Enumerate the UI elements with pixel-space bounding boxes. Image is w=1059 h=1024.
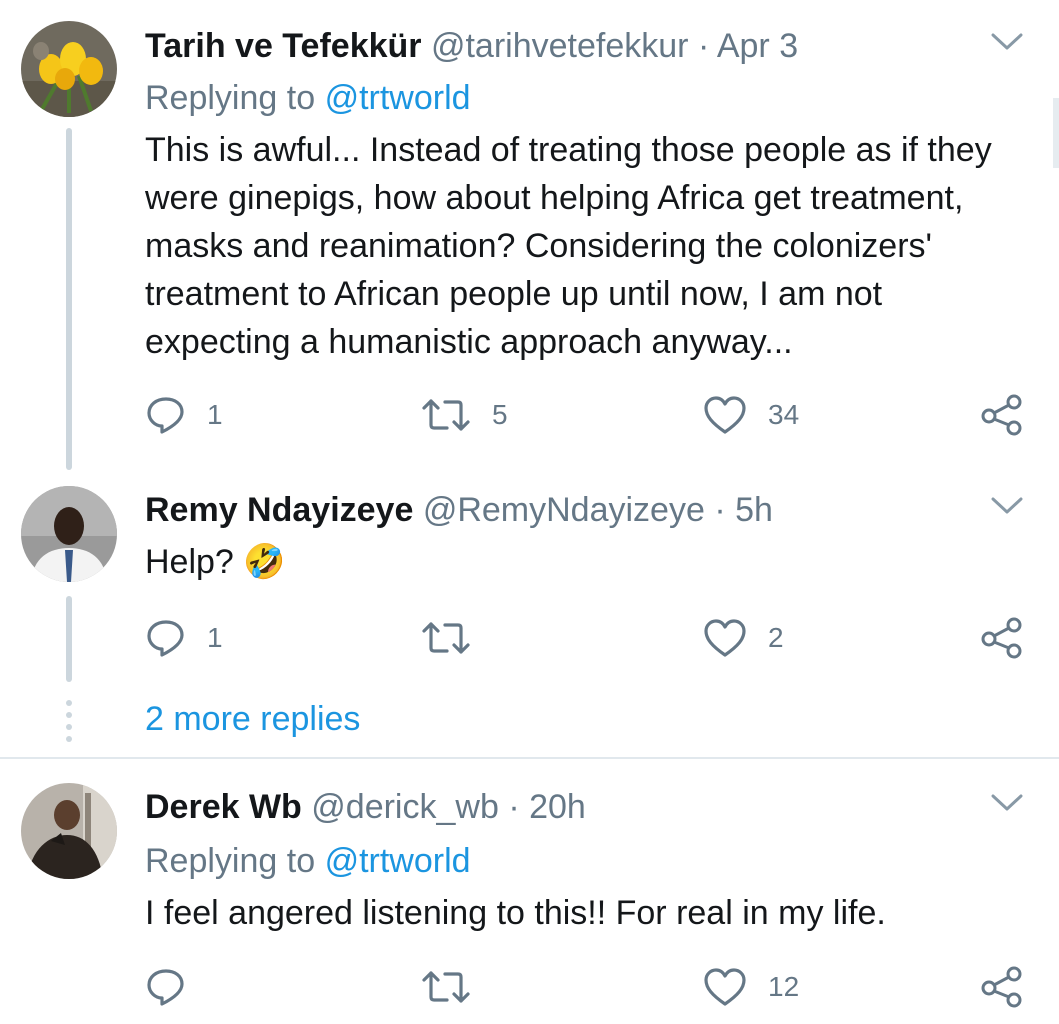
replying-to: Replying to @trtworld [145,78,471,118]
reply-button[interactable]: 1 [145,393,223,437]
tweet-1[interactable]: Tarih ve Tefekkür @tarihvetefekkur · Apr… [0,0,1059,470]
retweet-count: 5 [492,399,508,430]
display-name[interactable]: Remy Ndayizeye [145,491,413,529]
retweet-icon [422,622,470,654]
like-count: 34 [768,399,800,430]
retweet-icon [422,399,470,431]
man-in-white-shirt-icon [21,486,117,582]
like-button[interactable]: 12 [702,965,799,1009]
reply-icon [147,620,184,657]
display-name[interactable]: Derek Wb [145,788,302,826]
replying-to: Replying to @trtworld [145,841,471,881]
reply-count: 1 [207,399,223,430]
thread-dots [66,700,72,742]
reply-icon [147,969,184,1006]
share-button[interactable] [980,393,1024,437]
tweet-header: Tarih ve Tefekkür @tarihvetefekkur · Apr… [145,26,798,66]
tweet-2[interactable]: Remy Ndayizeye @RemyNdayizeye · 5h Help?… [0,470,1059,690]
share-icon [981,617,1022,659]
separator-dot: · [697,27,710,65]
like-button[interactable]: 34 [702,393,799,437]
replying-to-label: Replying to [145,842,316,880]
separator-dot: · [714,491,726,529]
user-handle[interactable]: @derick_wb [311,788,499,826]
replying-to-label: Replying to [145,79,316,117]
tweet-text: I feel angered listening to this!! For r… [145,894,886,932]
tweet-header: Derek Wb @derick_wb · 20h [145,787,586,827]
timestamp[interactable]: 20h [529,788,586,826]
user-handle[interactable]: @tarihvetefekkur [431,27,689,65]
chevron-down-icon[interactable] [989,791,1025,815]
tweet-3[interactable]: Derek Wb @derick_wb · 20h Replying to @t… [0,759,1059,1024]
heart-icon [704,396,746,434]
thread-line [66,128,72,470]
retweet-button[interactable] [420,616,492,660]
like-count: 2 [768,622,784,653]
yellow-crocus-flowers-icon [21,21,117,117]
retweet-button[interactable] [420,965,492,1009]
avatar[interactable] [21,783,117,879]
share-button[interactable] [980,965,1024,1009]
avatar[interactable] [21,486,117,582]
mention-link[interactable]: @trtworld [325,842,471,880]
heart-icon [704,619,746,657]
chevron-down-icon[interactable] [989,494,1025,518]
tweet-text: Help? 🤣 [145,543,286,581]
retweet-button[interactable]: 5 [420,393,508,437]
more-replies-link[interactable]: 2 more replies [145,699,360,739]
heart-icon [704,968,746,1006]
share-icon [981,966,1022,1008]
retweet-icon [422,971,470,1003]
scrollbar[interactable] [1053,98,1059,168]
like-count: 12 [768,971,800,1002]
reply-button[interactable]: 1 [145,616,223,660]
separator-dot: · [508,788,520,826]
timestamp[interactable]: 5h [735,491,773,529]
share-button[interactable] [980,616,1024,660]
reply-icon [147,397,184,434]
thread-line [66,596,72,682]
tweet-header: Remy Ndayizeye @RemyNdayizeye · 5h [145,490,773,530]
share-icon [981,394,1022,436]
tweet-text: This is awful... Instead of treating tho… [145,131,992,361]
mention-link[interactable]: @trtworld [325,79,471,117]
display-name[interactable]: Tarih ve Tefekkür [145,27,422,65]
person-selfie-icon [21,783,117,879]
timestamp[interactable]: Apr 3 [717,27,798,65]
user-handle[interactable]: @RemyNdayizeye [423,491,705,529]
reply-count: 1 [207,622,223,653]
like-button[interactable]: 2 [702,616,784,660]
reply-button[interactable] [145,965,207,1009]
chevron-down-icon[interactable] [989,30,1025,54]
avatar[interactable] [21,21,117,117]
